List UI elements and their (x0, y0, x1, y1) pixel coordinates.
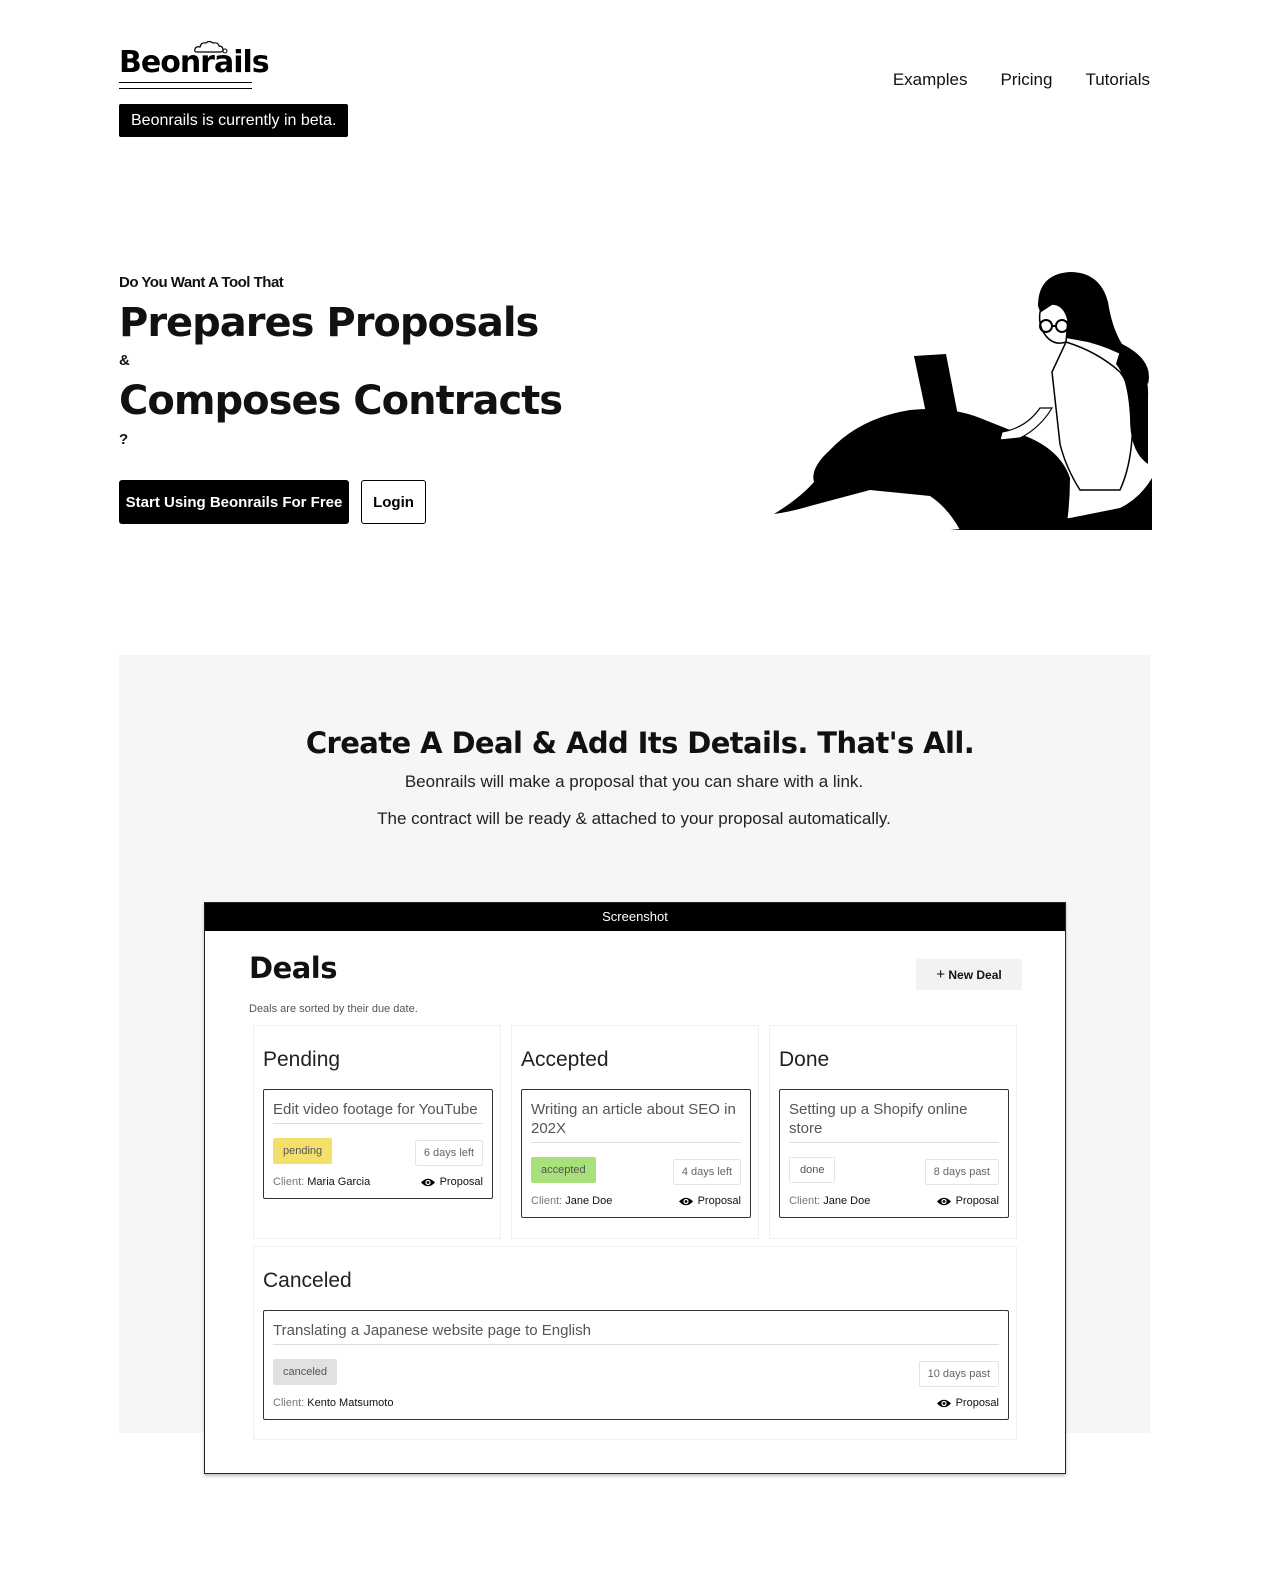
new-deal-button[interactable]: + New Deal (916, 959, 1022, 990)
client-label: Client: (789, 1195, 821, 1207)
column-done: Done Setting up a Shopify online store d… (769, 1025, 1017, 1239)
status-badge: done (789, 1157, 836, 1183)
status-badge: pending (273, 1138, 333, 1164)
eye-icon (678, 1197, 693, 1205)
status-badge: canceled (273, 1359, 338, 1385)
hero-headline-2: Composes Contracts (119, 378, 563, 424)
eye-icon (936, 1197, 951, 1205)
deal-title: Translating a Japanese website page to E… (273, 1321, 999, 1345)
column-title: Done (779, 1048, 830, 1071)
client-info: Client: Kento Matsumoto (273, 1397, 393, 1409)
column-accepted: Accepted Writing an article about SEO in… (511, 1025, 759, 1239)
client-label: Client: (273, 1397, 305, 1409)
due-badge: 4 days left (672, 1159, 741, 1185)
proposal-label: Proposal (955, 1397, 999, 1409)
start-free-button[interactable]: Start Using Beonrails For Free (119, 480, 349, 524)
client-label: Client: (273, 1176, 305, 1188)
client-info: Client: Jane Doe (531, 1195, 612, 1207)
column-title: Accepted (521, 1048, 609, 1071)
nav-pricing[interactable]: Pricing (1000, 70, 1052, 90)
woman-with-laptop-illustration (774, 272, 1152, 530)
deal-title: Edit video footage for YouTube (273, 1100, 483, 1124)
eye-icon (936, 1399, 951, 1407)
column-canceled: Canceled Translating a Japanese website … (253, 1246, 1017, 1440)
column-title: Canceled (263, 1269, 352, 1292)
proposal-link[interactable]: Proposal (678, 1195, 741, 1207)
client-name: Maria Garcia (307, 1176, 371, 1188)
app-screenshot: Screenshot Deals Deals are sorted by the… (204, 902, 1066, 1474)
column-title: Pending (263, 1048, 341, 1071)
section-title: Create A Deal & Add Its Details. That's … (305, 726, 975, 760)
client-label: Client: (531, 1195, 563, 1207)
deal-card[interactable]: Edit video footage for YouTube pending 6… (263, 1089, 493, 1199)
proposal-label: Proposal (697, 1195, 741, 1207)
new-deal-label: New Deal (948, 968, 1002, 982)
deal-card[interactable]: Setting up a Shopify online store done 8… (779, 1089, 1009, 1218)
nav-tutorials[interactable]: Tutorials (1085, 70, 1150, 90)
client-info: Client: Maria Garcia (273, 1176, 370, 1188)
logo-text: Beonrails (119, 45, 270, 80)
hero-question-mark: ? (119, 431, 129, 448)
hero-ampersand: & (119, 352, 130, 369)
client-name: Jane Doe (823, 1195, 871, 1207)
client-name: Jane Doe (565, 1195, 613, 1207)
section-subtitle-2: The contract will be ready & attached to… (377, 809, 891, 828)
nav-examples[interactable]: Examples (893, 70, 968, 90)
due-badge: 6 days left (414, 1140, 483, 1166)
due-badge: 10 days past (918, 1361, 999, 1387)
beta-banner: Beonrails is currently in beta. (119, 104, 349, 137)
deal-title: Setting up a Shopify online store (789, 1100, 999, 1143)
section-subtitle-1: Beonrails will make a proposal that you … (404, 772, 864, 791)
proposal-label: Proposal (955, 1195, 999, 1207)
eye-icon (420, 1178, 435, 1186)
logo[interactable]: Beonrails (119, 40, 270, 89)
column-pending: Pending Edit video footage for YouTube p… (253, 1025, 501, 1239)
client-info: Client: Jane Doe (789, 1195, 870, 1207)
login-button[interactable]: Login (361, 480, 426, 524)
deals-sort-note: Deals are sorted by their due date. (249, 1003, 418, 1015)
deal-card[interactable]: Writing an article about SEO in 202X acc… (521, 1089, 751, 1218)
proposal-link[interactable]: Proposal (936, 1195, 999, 1207)
screenshot-bar: Screenshot (205, 903, 1065, 931)
proposal-link[interactable]: Proposal (936, 1397, 999, 1409)
logo-underline (119, 82, 252, 89)
status-badge: accepted (531, 1157, 596, 1183)
hero-headline-1: Prepares Proposals (119, 300, 539, 346)
due-badge: 8 days past (924, 1159, 999, 1185)
deal-title: Writing an article about SEO in 202X (531, 1100, 741, 1143)
proposal-link[interactable]: Proposal (420, 1176, 483, 1188)
hero-eyebrow: Do You Want A Tool That (119, 274, 284, 291)
top-nav: Examples Pricing Tutorials (893, 70, 1150, 90)
deals-title: Deals (249, 951, 338, 985)
proposal-label: Proposal (439, 1176, 483, 1188)
deal-card[interactable]: Translating a Japanese website page to E… (263, 1310, 1009, 1420)
client-name: Kento Matsumoto (307, 1397, 394, 1409)
plus-icon: + (936, 966, 946, 983)
